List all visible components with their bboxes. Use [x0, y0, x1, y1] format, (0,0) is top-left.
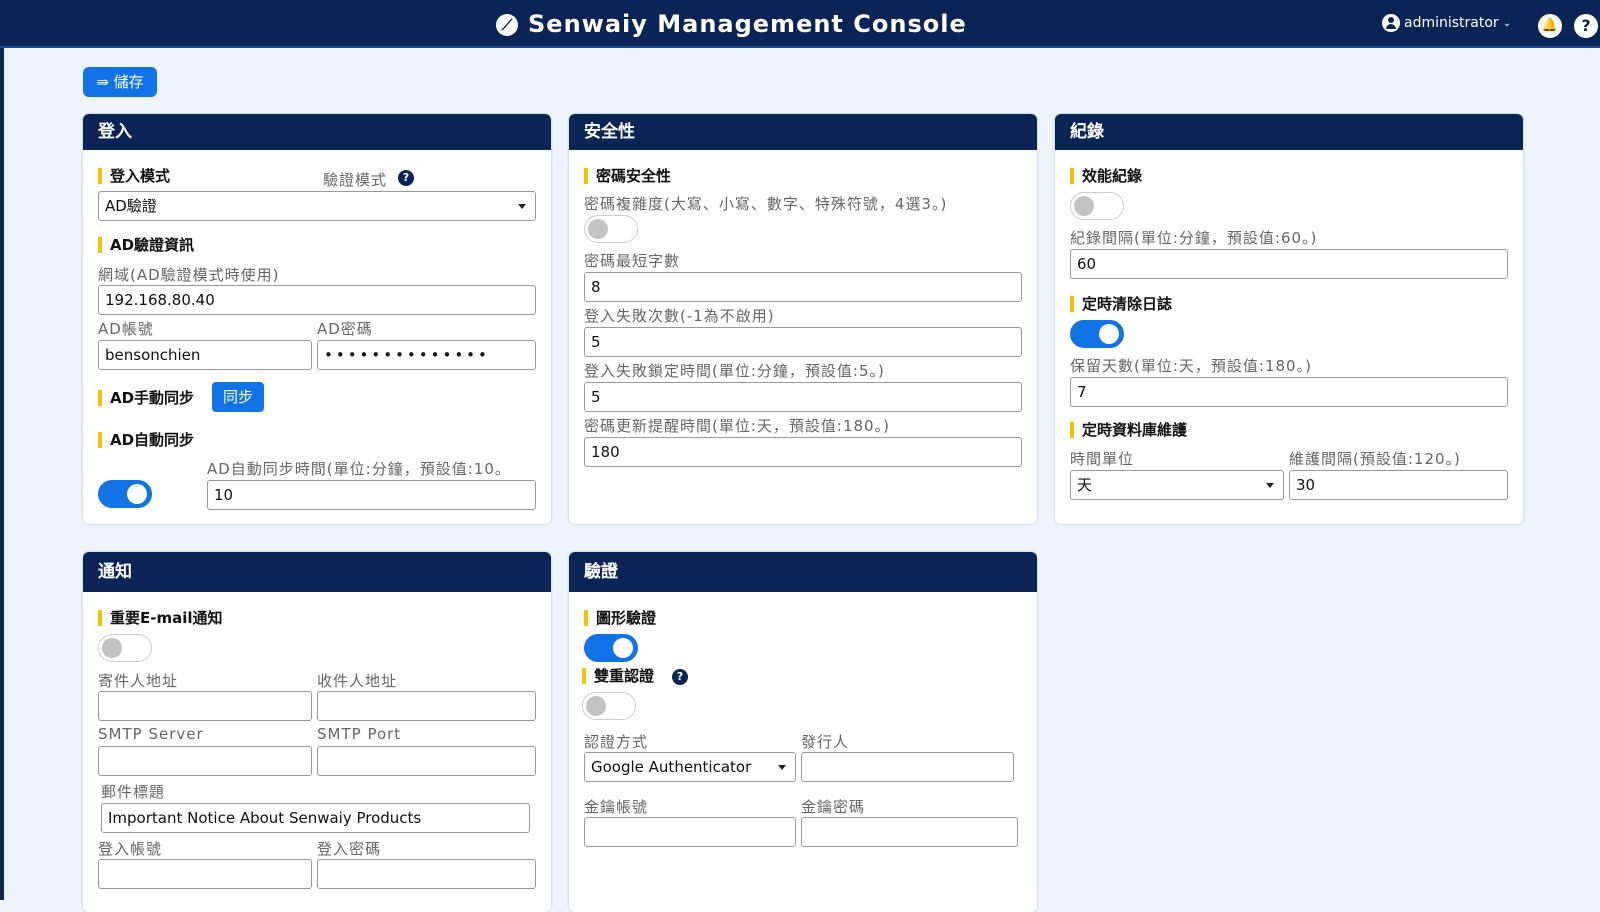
- left-edge: [0, 48, 4, 900]
- perf-toggle[interactable]: [1070, 192, 1124, 220]
- top-bar: ⟋ Senwaiy Management Console administrat…: [0, 0, 1600, 48]
- recipient-label: 收件人地址: [317, 672, 398, 690]
- password-security-title: 密碼安全性: [584, 166, 671, 186]
- complexity-label: 密碼複雜度(大寫、小寫、數字、特殊符號，4選3。): [584, 195, 948, 213]
- smtp-port-input[interactable]: [317, 746, 536, 776]
- login-mode-select[interactable]: AD驗證: [98, 191, 536, 221]
- retain-label: 保留天數(單位:天，預設值:180。): [1070, 357, 1312, 375]
- interval-input[interactable]: 60: [1070, 249, 1508, 279]
- sender-input[interactable]: [98, 691, 312, 721]
- ad-info-title: AD驗證資訊: [98, 235, 194, 255]
- auto-sync-title: AD自動同步: [98, 430, 194, 450]
- help-icon[interactable]: ?: [1574, 14, 1598, 38]
- ad-account-input[interactable]: bensonchien: [98, 340, 312, 370]
- subject-label: 郵件標題: [101, 783, 166, 801]
- captcha-toggle[interactable]: [584, 634, 638, 662]
- key-account-input[interactable]: [584, 817, 796, 847]
- sync-button[interactable]: 同步: [212, 382, 264, 412]
- login-panel: 登入 登入模式 驗證模式 ? AD驗證 AD驗證資訊 網域(AD驗證模式時使用)…: [83, 114, 551, 524]
- fail-count-label: 登入失敗次數(-1為不啟用): [584, 307, 775, 325]
- app-title: Senwaiy Management Console: [528, 10, 967, 38]
- bell-icon[interactable]: 🔔: [1538, 14, 1562, 38]
- notify-panel-header: 通知: [83, 552, 551, 592]
- login-account-label: 登入帳號: [98, 840, 163, 858]
- login-password-label: 登入密碼: [317, 840, 382, 858]
- perf-title: 效能紀錄: [1070, 166, 1142, 186]
- security-panel-header: 安全性: [569, 114, 1037, 150]
- email-toggle[interactable]: [98, 634, 152, 662]
- update-remind-input[interactable]: 180: [584, 437, 1022, 467]
- toggle-knob: [1074, 196, 1094, 216]
- min-length-input[interactable]: 8: [584, 272, 1022, 302]
- notify-panel: 通知 重要E-mail通知 寄件人地址 收件人地址 SMTP Server SM…: [83, 552, 551, 912]
- login-password-input[interactable]: [317, 859, 536, 889]
- purge-toggle[interactable]: [1070, 320, 1124, 348]
- time-unit-select[interactable]: 天: [1070, 470, 1284, 500]
- subject-input[interactable]: Important Notice About Senwaiy Products: [101, 803, 530, 833]
- save-button[interactable]: ⇛ 儲存: [83, 67, 157, 97]
- auto-sync-toggle[interactable]: [98, 480, 152, 508]
- ad-password-input[interactable]: ••••••••••••••: [317, 340, 536, 370]
- complexity-toggle[interactable]: [584, 215, 638, 243]
- toggle-knob: [1099, 324, 1119, 344]
- manual-sync-title: AD手動同步: [98, 388, 194, 408]
- key-account-label: 金鑰帳號: [584, 798, 649, 816]
- fail-count-input[interactable]: 5: [584, 327, 1022, 357]
- key-password-label: 金鑰密碼: [801, 798, 866, 816]
- twofa-toggle[interactable]: [582, 692, 636, 720]
- method-select[interactable]: Google Authenticator: [584, 752, 796, 782]
- captcha-title: 圖形驗證: [584, 608, 656, 628]
- auto-sync-time-label: AD自動同步時間(單位:分鐘，預設值:10。: [207, 460, 511, 478]
- retain-input[interactable]: 7: [1070, 377, 1508, 407]
- smtp-server-label: SMTP Server: [98, 725, 204, 743]
- login-panel-header: 登入: [83, 114, 551, 150]
- recipient-input[interactable]: [317, 691, 536, 721]
- toggle-knob: [586, 696, 606, 716]
- login-account-input[interactable]: [98, 859, 312, 889]
- verify-panel: 驗證 圖形驗證 雙重認證 ? 認證方式 發行人 Google Authentic…: [569, 552, 1037, 912]
- logo-icon: ⟋: [496, 14, 518, 36]
- logs-panel-header: 紀錄: [1055, 114, 1523, 150]
- method-label: 認證方式: [584, 733, 649, 751]
- ad-account-label: AD帳號: [98, 320, 154, 338]
- domain-label: 網域(AD驗證模式時使用): [98, 266, 280, 284]
- twofa-title: 雙重認證: [582, 666, 654, 686]
- verify-mode-label: 驗證模式: [323, 171, 388, 189]
- maint-interval-input[interactable]: 30: [1289, 470, 1508, 500]
- user-name: administrator: [1404, 15, 1499, 31]
- email-title: 重要E-mail通知: [98, 608, 223, 628]
- chevron-down-icon: ⌄: [1502, 17, 1512, 29]
- lock-time-input[interactable]: 5: [584, 382, 1022, 412]
- interval-label: 紀錄間隔(單位:分鐘，預設值:60。): [1070, 229, 1318, 247]
- db-maint-title: 定時資料庫維護: [1070, 420, 1187, 440]
- purge-title: 定時清除日誌: [1070, 294, 1172, 314]
- login-mode-title: 登入模式: [98, 166, 170, 186]
- toggle-knob: [102, 638, 122, 658]
- maint-interval-label: 維護間隔(預設值:120。): [1289, 450, 1461, 468]
- help-icon[interactable]: ?: [398, 170, 414, 186]
- user-icon: [1382, 14, 1400, 32]
- update-remind-label: 密碼更新提醒時間(單位:天，預設值:180。): [584, 417, 890, 435]
- issuer-input[interactable]: [801, 752, 1014, 782]
- smtp-port-label: SMTP Port: [317, 725, 402, 743]
- lock-time-label: 登入失敗鎖定時間(單位:分鐘，預設值:5。): [584, 362, 885, 380]
- security-panel: 安全性 密碼安全性 密碼複雜度(大寫、小寫、數字、特殊符號，4選3。) 密碼最短…: [569, 114, 1037, 524]
- verify-panel-header: 驗證: [569, 552, 1037, 592]
- logs-panel: 紀錄 效能紀錄 紀錄間隔(單位:分鐘，預設值:60。) 60 定時清除日誌 保留…: [1055, 114, 1523, 524]
- user-menu[interactable]: administrator ⌄: [1382, 14, 1511, 32]
- toggle-knob: [127, 484, 147, 504]
- domain-input[interactable]: 192.168.80.40: [98, 285, 536, 315]
- toggle-knob: [588, 219, 608, 239]
- min-length-label: 密碼最短字數: [584, 252, 681, 270]
- key-password-input[interactable]: [801, 817, 1018, 847]
- help-icon[interactable]: ?: [672, 669, 688, 685]
- issuer-label: 發行人: [801, 733, 850, 751]
- auto-sync-time-input[interactable]: 10: [207, 480, 536, 510]
- time-unit-label: 時間單位: [1070, 450, 1135, 468]
- sender-label: 寄件人地址: [98, 672, 179, 690]
- ad-password-label: AD密碼: [317, 320, 373, 338]
- smtp-server-input[interactable]: [98, 746, 312, 776]
- toggle-knob: [613, 638, 633, 658]
